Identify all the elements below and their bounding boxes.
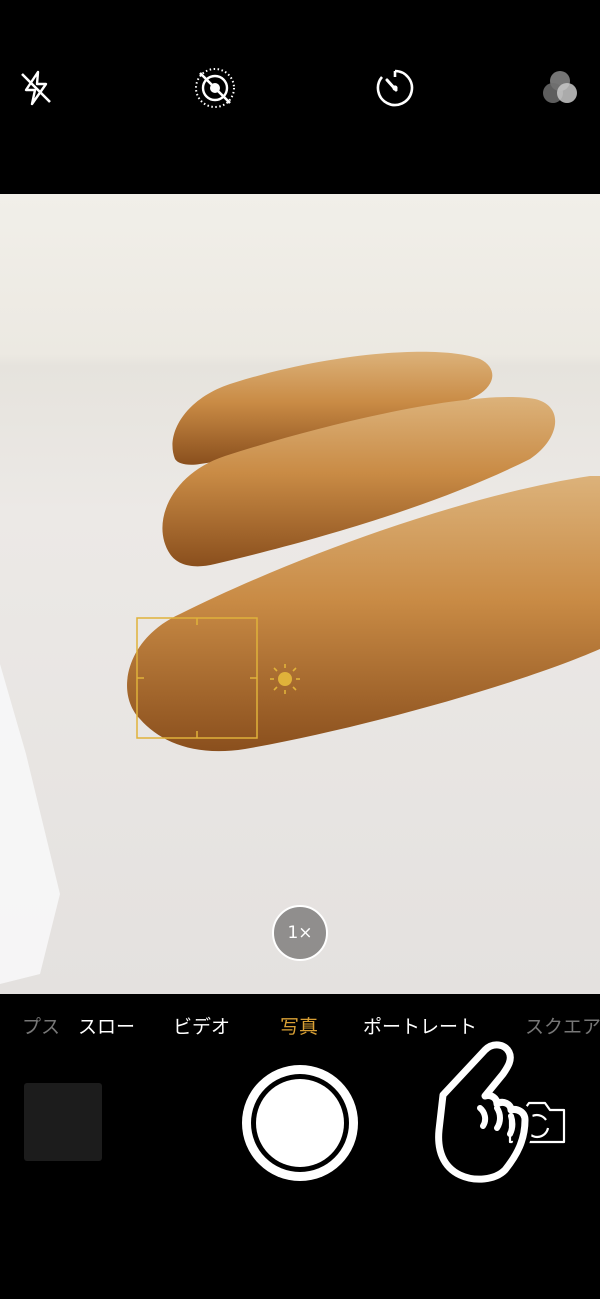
shutter-button[interactable] <box>242 1065 358 1181</box>
timer-icon[interactable] <box>373 66 417 110</box>
glare-streak <box>0 664 60 984</box>
live-photo-off-icon[interactable] <box>193 66 237 110</box>
camera-viewfinder[interactable] <box>0 194 600 994</box>
last-photo-thumbnail[interactable] <box>24 1083 102 1161</box>
tap-hand-icon <box>430 1037 533 1188</box>
flash-off-icon[interactable] <box>14 66 58 110</box>
mode-item-time-lapse[interactable]: プス <box>22 1012 60 1039</box>
shutter-core <box>256 1079 344 1167</box>
zoom-toggle-button[interactable]: 1× <box>272 905 328 961</box>
top-controls-bar <box>0 0 600 194</box>
mode-item-video[interactable]: ビデオ <box>173 1012 230 1039</box>
filters-icon[interactable] <box>538 66 582 110</box>
mode-item-photo[interactable]: 写真 <box>280 1012 318 1039</box>
shutter-ring <box>251 1074 349 1172</box>
mode-item-slo-mo[interactable]: スロー <box>78 1012 135 1039</box>
viewfinder-scene <box>0 351 600 984</box>
